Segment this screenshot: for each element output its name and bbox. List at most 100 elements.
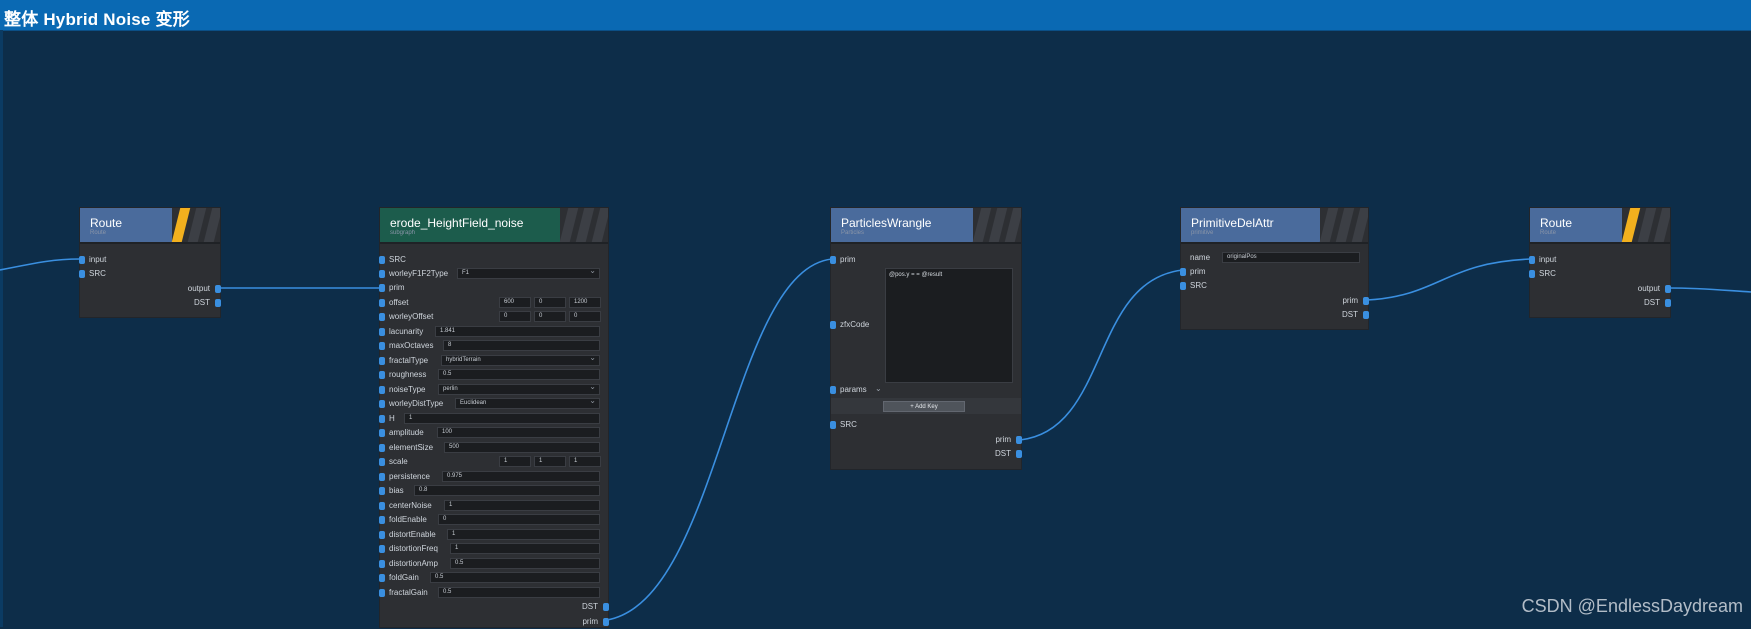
port-icon[interactable] xyxy=(830,386,836,394)
fractalType-select[interactable]: hybridTerrain xyxy=(441,355,600,366)
port-icon[interactable] xyxy=(1665,285,1671,293)
H-field[interactable]: 1 xyxy=(404,413,600,424)
chevron-down-icon[interactable]: ⌄ xyxy=(875,384,882,393)
distortionFreq-field[interactable]: 1 xyxy=(450,543,600,554)
param-amplitude[interactable]: amplitude 100 xyxy=(379,427,608,440)
port-icon[interactable] xyxy=(379,545,385,553)
worleyOffset-x-field[interactable]: 0 xyxy=(499,311,531,322)
worleyOffset-y-field[interactable]: 0 xyxy=(534,311,566,322)
port-icon[interactable] xyxy=(379,371,385,379)
param-distortionAmp[interactable]: distortionAmp 0.5 xyxy=(379,558,608,571)
param-distortEnable[interactable]: distortEnable 1 xyxy=(379,529,608,542)
port-icon[interactable] xyxy=(379,328,385,336)
param-lacunarity[interactable]: lacunarity 1.841 xyxy=(379,326,608,339)
route-node-2-header[interactable]: Route Route xyxy=(1530,208,1670,242)
param-foldGain[interactable]: foldGain 0.5 xyxy=(379,572,608,585)
port-icon[interactable] xyxy=(379,357,385,365)
output-socket-output[interactable]: output xyxy=(80,283,221,296)
param-scale[interactable]: scale 1 1 1 xyxy=(379,456,608,469)
centerNoise-field[interactable]: 1 xyxy=(444,500,600,511)
input-socket-src[interactable]: SRC xyxy=(379,254,608,267)
port-icon[interactable] xyxy=(379,284,385,292)
input-socket-input[interactable]: input xyxy=(1529,254,1670,267)
param-worleyDistType[interactable]: worleyDistType Euclidean xyxy=(379,398,608,411)
port-icon[interactable] xyxy=(379,560,385,568)
port-icon[interactable] xyxy=(379,516,385,524)
param-elementSize[interactable]: elementSize 500 xyxy=(379,442,608,455)
port-icon[interactable] xyxy=(379,270,385,278)
port-icon[interactable] xyxy=(215,299,221,307)
route-node-1[interactable]: Route Route input SRC output DST xyxy=(79,208,221,317)
port-icon[interactable] xyxy=(379,458,385,466)
port-icon[interactable] xyxy=(1363,297,1369,305)
erode-node-header[interactable]: erode_HeightField_noise subgraph xyxy=(380,208,608,242)
output-socket-dst[interactable]: DST xyxy=(831,448,1022,461)
port-icon[interactable] xyxy=(1529,270,1535,278)
param-roughness[interactable]: roughness 0.5 xyxy=(379,369,608,382)
param-worleyF1F2Type[interactable]: worleyF1F2Type F1 xyxy=(379,268,608,281)
port-icon[interactable] xyxy=(379,589,385,597)
offset-z-field[interactable]: 1200 xyxy=(569,297,601,308)
port-icon[interactable] xyxy=(830,256,836,264)
roughness-field[interactable]: 0.5 xyxy=(438,369,600,380)
input-socket-src[interactable]: SRC xyxy=(830,419,1021,432)
input-socket-params[interactable]: params ⌄ xyxy=(830,384,1021,397)
port-icon[interactable] xyxy=(379,313,385,321)
port-icon[interactable] xyxy=(1016,450,1022,458)
port-icon[interactable] xyxy=(379,487,385,495)
port-icon[interactable] xyxy=(830,421,836,429)
route-node-2[interactable]: Route Route input SRC output DST xyxy=(1529,208,1671,317)
output-socket-prim[interactable]: prim xyxy=(831,434,1022,447)
param-worleyOffset[interactable]: worleyOffset 0 0 0 xyxy=(379,311,608,324)
param-centerNoise[interactable]: centerNoise 1 xyxy=(379,500,608,513)
offset-x-field[interactable]: 600 xyxy=(499,297,531,308)
fractalGain-field[interactable]: 0.5 xyxy=(438,587,600,598)
worleyOffset-z-field[interactable]: 0 xyxy=(569,311,601,322)
input-socket-src[interactable]: SRC xyxy=(79,268,220,281)
param-fractalGain[interactable]: fractalGain 0.5 xyxy=(379,587,608,600)
output-socket-prim[interactable]: prim xyxy=(380,616,609,629)
primitive-delattr-header[interactable]: PrimitiveDelAttr primitive xyxy=(1181,208,1368,242)
port-icon[interactable] xyxy=(1529,256,1535,264)
param-distortionFreq[interactable]: distortionFreq 1 xyxy=(379,543,608,556)
output-socket-output[interactable]: output xyxy=(1530,283,1671,296)
noiseType-select[interactable]: perlin xyxy=(438,384,600,395)
port-icon[interactable] xyxy=(379,256,385,264)
port-icon[interactable] xyxy=(1180,268,1186,276)
input-socket-prim[interactable]: prim xyxy=(379,282,608,295)
input-socket-prim[interactable]: prim xyxy=(1180,266,1368,279)
particles-wrangle-header[interactable]: ParticlesWrangle Particles xyxy=(831,208,1021,242)
port-icon[interactable] xyxy=(603,603,609,611)
scale-x-field[interactable]: 1 xyxy=(499,456,531,467)
input-socket-prim[interactable]: prim xyxy=(830,254,1021,267)
worleyF1F2Type-select[interactable]: F1 xyxy=(457,268,600,279)
erode-heightfield-noise-node[interactable]: erode_HeightField_noise subgraph SRC wor… xyxy=(379,208,609,629)
port-icon[interactable] xyxy=(215,285,221,293)
port-icon[interactable] xyxy=(1016,436,1022,444)
input-socket-src[interactable]: SRC xyxy=(1529,268,1670,281)
port-icon[interactable] xyxy=(379,400,385,408)
port-icon[interactable] xyxy=(379,473,385,481)
foldGain-field[interactable]: 0.5 xyxy=(430,572,600,583)
param-name[interactable]: name originalPos xyxy=(1181,252,1368,265)
port-icon[interactable] xyxy=(79,270,85,278)
port-icon[interactable] xyxy=(379,444,385,452)
add-key-button[interactable]: + Add Key xyxy=(883,401,965,412)
port-icon[interactable] xyxy=(830,321,836,329)
output-socket-dst[interactable]: DST xyxy=(1181,309,1369,322)
param-offset[interactable]: offset 600 0 1200 xyxy=(379,297,608,310)
port-icon[interactable] xyxy=(1180,282,1186,290)
port-icon[interactable] xyxy=(379,342,385,350)
port-icon[interactable] xyxy=(379,415,385,423)
port-icon[interactable] xyxy=(379,386,385,394)
port-icon[interactable] xyxy=(379,429,385,437)
port-icon[interactable] xyxy=(379,531,385,539)
foldEnable-field[interactable]: 0 xyxy=(438,514,600,525)
worleyDistType-select[interactable]: Euclidean xyxy=(455,398,600,409)
port-icon[interactable] xyxy=(1363,311,1369,319)
port-icon[interactable] xyxy=(379,502,385,510)
distortionAmp-field[interactable]: 0.5 xyxy=(450,558,600,569)
offset-y-field[interactable]: 0 xyxy=(534,297,566,308)
persistence-field[interactable]: 0.975 xyxy=(442,471,600,482)
param-foldEnable[interactable]: foldEnable 0 xyxy=(379,514,608,527)
